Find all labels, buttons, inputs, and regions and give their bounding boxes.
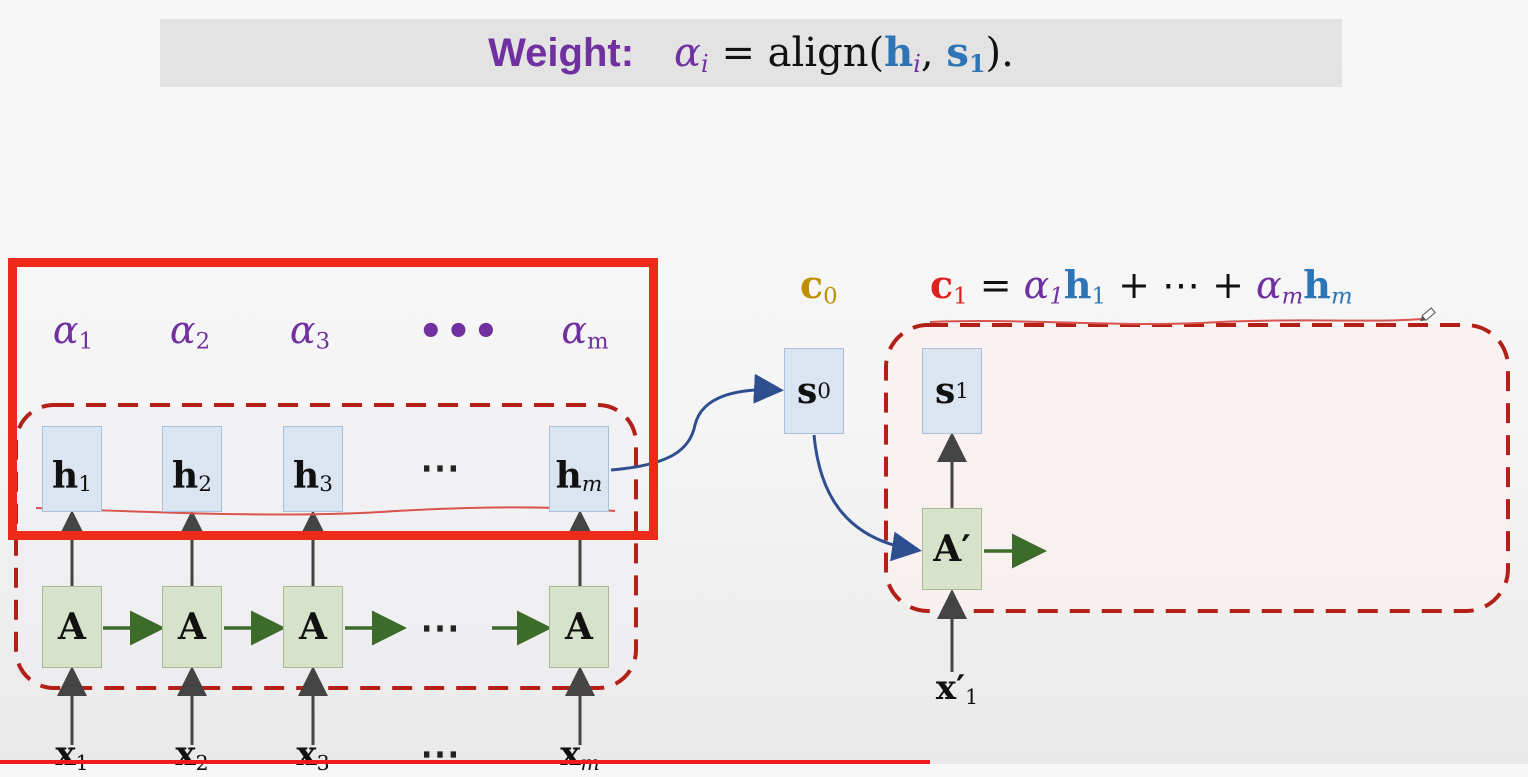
- alpha-ellipsis: •••: [418, 308, 501, 355]
- decoder-state-s0: s0: [784, 348, 844, 434]
- alpha-1: α1: [52, 308, 94, 355]
- input-ellipsis: ⋯: [420, 730, 462, 777]
- hidden-ellipsis: ⋯: [420, 444, 462, 491]
- decoder-input-x1-prime: x′1: [935, 668, 979, 710]
- encoder-cell-2: A: [162, 586, 222, 668]
- decoder-cell: A′: [922, 508, 982, 590]
- alpha-m: αm: [561, 308, 609, 355]
- input-x2: x2: [175, 734, 208, 775]
- hidden-state-h2: h2: [162, 426, 222, 512]
- input-xm: xm: [560, 734, 600, 775]
- hidden-state-h3: h3: [283, 426, 343, 512]
- input-x1: x1: [55, 734, 88, 775]
- encoder-ellipsis: ⋯: [420, 604, 462, 651]
- context-c1-formula: c1 = α1h1 + ⋯ + αmhm: [930, 262, 1353, 310]
- hidden-state-hm: hm: [549, 426, 609, 512]
- context-c0: c0: [800, 262, 838, 310]
- decoder-state-s1: s1: [922, 348, 982, 434]
- pencil-icon: [1420, 307, 1436, 322]
- encoder-cell-1: A: [42, 586, 102, 668]
- alpha-2: α2: [169, 308, 211, 355]
- progress-line: [0, 760, 930, 764]
- input-x3: x3: [296, 734, 329, 775]
- encoder-cell-3: A: [283, 586, 343, 668]
- encoder-cell-m: A: [549, 586, 609, 668]
- alpha-3: α3: [289, 308, 331, 355]
- hidden-state-h1: h1: [42, 426, 102, 512]
